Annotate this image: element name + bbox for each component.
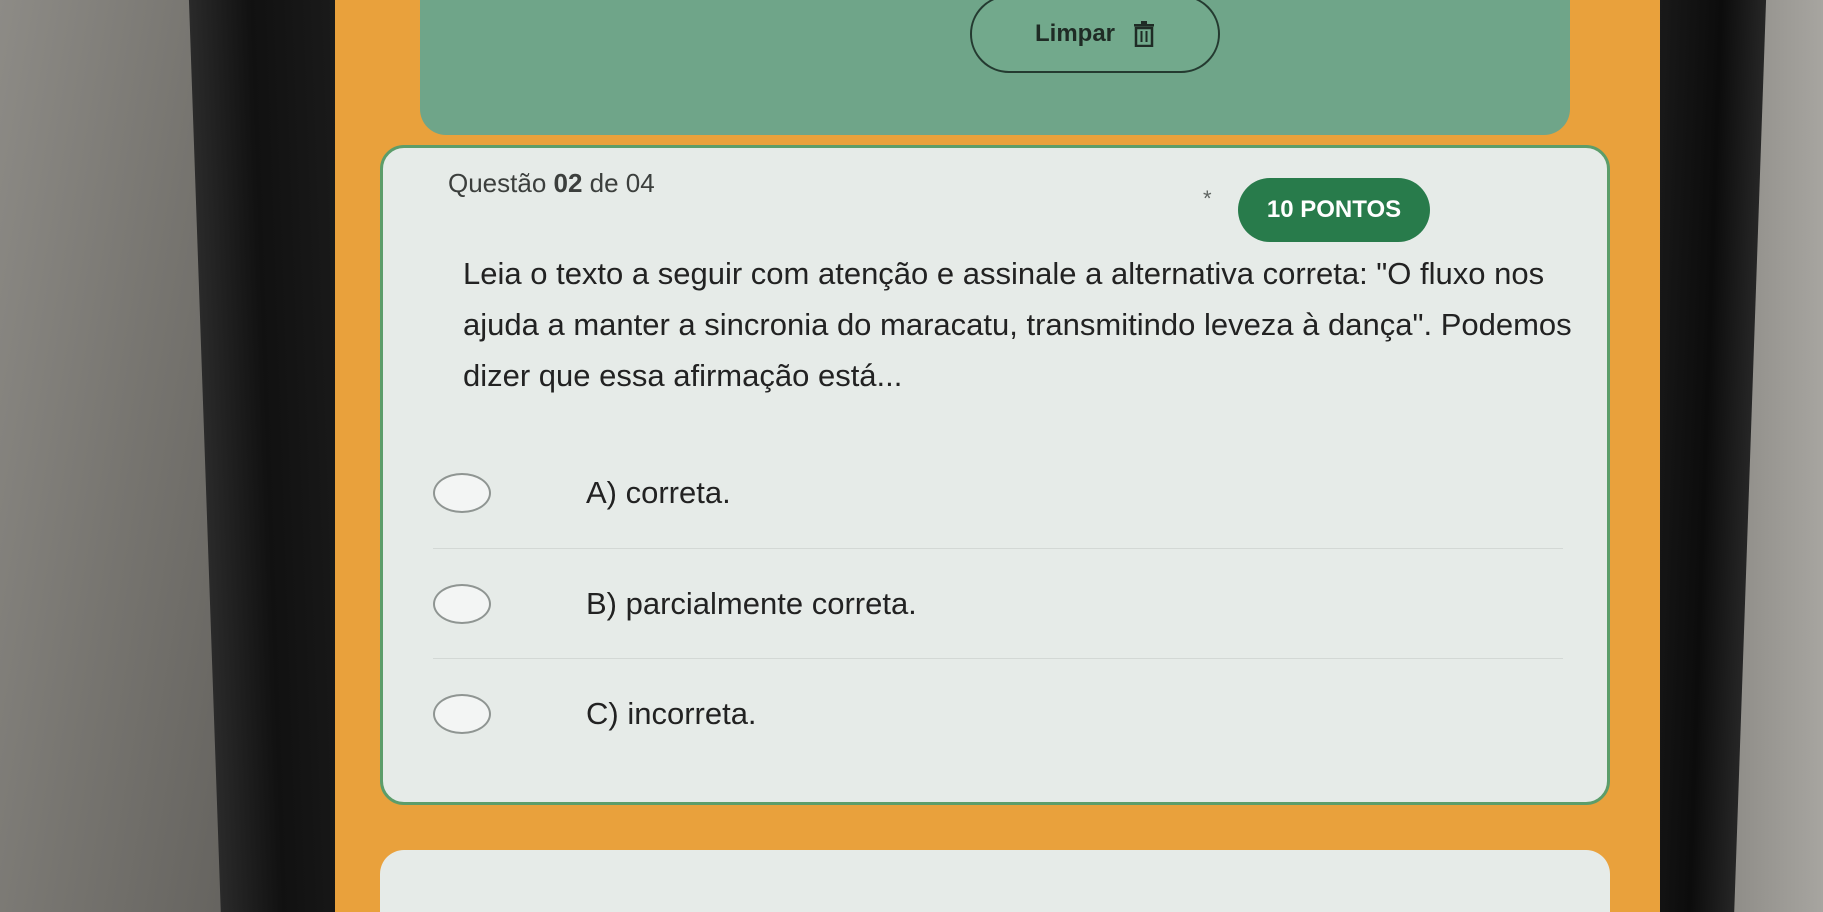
trash-icon (1133, 21, 1155, 48)
form-header-banner: Limpar (420, 0, 1570, 135)
clear-button[interactable]: Limpar (970, 0, 1220, 73)
option-c[interactable]: C) incorreta. (433, 658, 1563, 768)
next-question-card (380, 850, 1610, 912)
option-a[interactable]: A) correta. (433, 438, 1563, 548)
question-counter: Questão 02 de 04 (448, 168, 655, 199)
option-label: B) parcialmente correta. (586, 585, 917, 621)
form-screen: Limpar Questão 02 de 04 * 10 PONTOS Leia… (335, 0, 1660, 912)
question-card: Questão 02 de 04 * 10 PONTOS Leia o text… (380, 145, 1610, 805)
radio-button[interactable] (433, 583, 491, 624)
question-counter-suffix: de 04 (582, 168, 655, 198)
radio-button[interactable] (433, 693, 491, 734)
option-label: A) correta. (586, 475, 731, 510)
option-label: C) incorreta. (586, 695, 757, 731)
points-badge: 10 PONTOS (1238, 178, 1430, 242)
question-text: Leia o texto a seguir com atenção e assi… (463, 256, 1572, 393)
option-b[interactable]: B) parcialmente correta. (433, 548, 1563, 658)
question-number: 02 (553, 168, 583, 198)
required-asterisk: * (1203, 186, 1212, 211)
clear-button-label: Limpar (1034, 20, 1115, 47)
question-counter-prefix: Questão (448, 168, 554, 198)
radio-button[interactable] (433, 473, 491, 513)
